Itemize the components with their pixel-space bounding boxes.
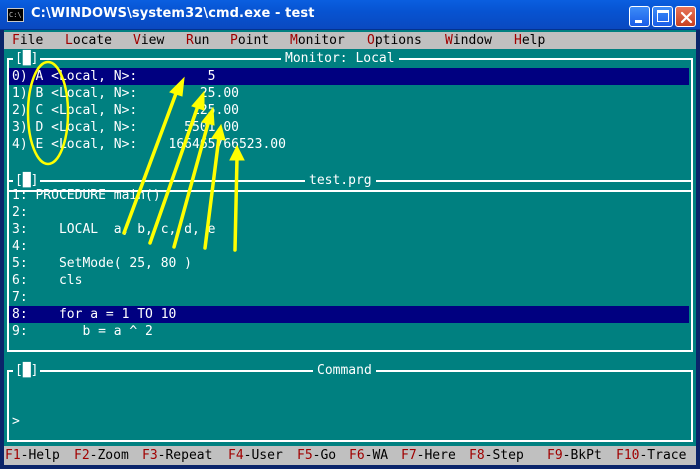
source-line-text: 8: for a = 1 TO 10	[12, 307, 177, 322]
monitor-row-selected[interactable]: 0) A <Local, N>: 5	[9, 68, 689, 85]
menu-point[interactable]: Point	[230, 32, 269, 49]
menu-window[interactable]: Window	[445, 32, 492, 49]
menu-locate[interactable]: Locate	[65, 32, 112, 49]
source-line-text: 5: SetMode( 25, 80 )	[12, 256, 193, 271]
monitor-row[interactable]: 4) E <Local, N>: 166465766523.00	[9, 136, 696, 153]
source-line-text: 1: PROCEDURE main()	[12, 188, 161, 203]
source-line[interactable]: 2:	[9, 204, 696, 221]
command-pane-grip[interactable]: [█]	[13, 362, 41, 379]
fkey-f3[interactable]: F3-Repeat	[142, 447, 212, 464]
minimize-icon	[635, 20, 642, 23]
menu-help[interactable]: Help	[514, 32, 545, 49]
fkey-f4[interactable]: F4-User	[228, 447, 283, 464]
monitor-row-text: 4) E <Local, N>: 166465766523.00	[12, 137, 286, 152]
fkey-f1[interactable]: F1-Help	[5, 447, 60, 464]
monitor-row[interactable]: 2) C <Local, N>: 125.00	[9, 102, 696, 119]
fkey-f10[interactable]: F10-Trace	[616, 447, 686, 464]
source-line[interactable]: 5: SetMode( 25, 80 )	[9, 255, 696, 272]
source-line-text: 4:	[12, 239, 28, 254]
fkey-f9[interactable]: F9-BkPt	[547, 447, 602, 464]
menu-run[interactable]: Run	[186, 32, 209, 49]
fkey-f2[interactable]: F2-Zoom	[74, 447, 129, 464]
monitor-row-text: 3) D <Local, N>: 5501.00	[12, 120, 239, 135]
source-line[interactable]: 7:	[9, 289, 696, 306]
fkey-f5[interactable]: F5-Go	[297, 447, 336, 464]
menu-options[interactable]: Options	[367, 32, 422, 49]
command-pane[interactable]: [█] Command	[7, 362, 693, 442]
cmd-app-icon[interactable]: C:\	[7, 8, 24, 22]
command-input-line[interactable]: >	[9, 413, 696, 430]
window-title: C:\WINDOWS\system32\cmd.exe - test	[31, 6, 315, 21]
monitor-row-text: 0) A <Local, N>: 5	[12, 69, 216, 84]
console-area: File Locate View Run Point Monitor Optio…	[4, 30, 696, 465]
source-line[interactable]: 3: LOCAL a, b, c, d, e	[9, 221, 696, 238]
monitor-row[interactable]: 1) B <Local, N>: 25.00	[9, 85, 696, 102]
function-key-bar: F1-Help F2-Zoom F3-Repeat F4-User F5-Go …	[4, 446, 696, 465]
menu-monitor[interactable]: Monitor	[290, 32, 345, 49]
source-line[interactable]: 4:	[9, 238, 696, 255]
source-line-text: 6: cls	[12, 273, 83, 288]
monitor-row-text: 1) B <Local, N>: 25.00	[12, 86, 239, 101]
source-line-text: 3: LOCAL a, b, c, d, e	[12, 222, 216, 237]
monitor-row-text: 2) C <Local, N>: 125.00	[12, 103, 239, 118]
minimize-button[interactable]	[629, 6, 650, 27]
source-line[interactable]: 1: PROCEDURE main()	[9, 187, 696, 204]
source-line-text: 9: b = a ^ 2	[12, 324, 153, 339]
fkey-f7[interactable]: F7-Here	[401, 447, 456, 464]
menu-view[interactable]: View	[133, 32, 164, 49]
maximize-icon	[657, 10, 669, 22]
menu-file[interactable]: File	[12, 32, 43, 49]
menu-bar: File Locate View Run Point Monitor Optio…	[4, 32, 696, 49]
fkey-f6[interactable]: F6-WA	[349, 447, 388, 464]
source-line-current[interactable]: 8: for a = 1 TO 10	[9, 306, 689, 323]
monitor-pane-title: Monitor: Local	[281, 50, 399, 67]
source-line-text: 2:	[12, 205, 28, 220]
monitor-pane-grip[interactable]: [█]	[13, 50, 41, 67]
fkey-f8[interactable]: F8-Step	[469, 447, 524, 464]
source-line[interactable]: 9: b = a ^ 2	[9, 323, 696, 340]
title-bar[interactable]: C:\ C:\WINDOWS\system32\cmd.exe - test	[0, 0, 700, 30]
monitor-row[interactable]: 3) D <Local, N>: 5501.00	[9, 119, 696, 136]
command-prompt: >	[12, 414, 20, 429]
maximize-button[interactable]	[652, 6, 673, 27]
close-icon	[680, 11, 693, 24]
source-line-text: 7:	[12, 290, 28, 305]
command-pane-title: Command	[313, 362, 376, 379]
close-button[interactable]	[675, 6, 696, 27]
source-line[interactable]: 6: cls	[9, 272, 696, 289]
